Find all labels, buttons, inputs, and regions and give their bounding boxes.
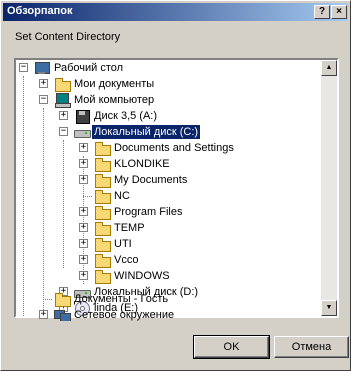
tree-item-label: TEMP: [114, 222, 145, 234]
expand-toggle[interactable]: +: [79, 239, 88, 248]
network-icon: [54, 308, 71, 321]
tree-item-desktop[interactable]: − Рабочий стол: [16, 60, 319, 76]
scroll-up-button[interactable]: ▲: [321, 60, 337, 76]
folder-icon: [94, 237, 111, 252]
tree-item-label: WINDOWS: [114, 270, 170, 282]
tree-item-label: UTI: [114, 238, 132, 250]
cancel-button[interactable]: Отмена: [274, 336, 349, 358]
expand-toggle[interactable]: +: [59, 111, 68, 120]
computer-icon: [54, 93, 71, 108]
tree-item-my-computer[interactable]: − Мой компьютер: [16, 92, 319, 108]
tree-item-windows[interactable]: + WINDOWS: [16, 268, 319, 284]
floppy-drive-icon: [74, 109, 90, 124]
scroll-down-button[interactable]: ▼: [321, 300, 337, 316]
tree-item-label: Documents and Settings: [114, 142, 234, 154]
expand-toggle[interactable]: +: [79, 143, 88, 152]
tree-item-klondike[interactable]: + KLONDIKE: [16, 156, 319, 172]
tree-item-label: Program Files: [114, 206, 183, 218]
tree-item-documents-and-settings[interactable]: + Documents and Settings: [16, 140, 319, 156]
tree-item-floppy-a[interactable]: + Диск 3,5 (A:): [16, 108, 319, 124]
title-bar[interactable]: Обзорпапок ? ×: [3, 3, 348, 21]
desktop-icon: [34, 61, 50, 75]
collapse-toggle[interactable]: −: [19, 63, 28, 72]
tree-item-label: Мои документы: [74, 78, 155, 90]
expand-toggle[interactable]: +: [39, 310, 48, 319]
tree-item-label: Рабочий стол: [54, 62, 124, 74]
tree-item-uti[interactable]: + UTI: [16, 236, 319, 252]
folder-icon: [94, 205, 111, 220]
tree-item-label: Vcco: [114, 254, 139, 266]
expand-toggle[interactable]: +: [79, 255, 88, 264]
collapse-toggle[interactable]: −: [59, 127, 68, 136]
ok-button[interactable]: OK: [193, 335, 270, 359]
folder-icon: [94, 221, 111, 236]
expand-toggle[interactable]: +: [79, 271, 88, 280]
folder-icon: [94, 173, 111, 188]
folder-icon: [94, 141, 111, 156]
help-button[interactable]: ?: [314, 5, 330, 19]
expand-toggle[interactable]: +: [79, 223, 88, 232]
tree-item-nc[interactable]: NC: [16, 188, 319, 204]
folder-icon: [54, 77, 71, 92]
tree-overflow: Документы - Гость + Сетевое окружение: [16, 291, 319, 321]
tree-item-vcco[interactable]: + Vcco: [16, 252, 319, 268]
expand-toggle[interactable]: +: [79, 175, 88, 184]
folder-icon: [94, 189, 111, 204]
instruction-text: Set Content Directory: [15, 31, 121, 43]
folder-tree-frame: − Рабочий стол + Мои документы − Мой ком…: [14, 58, 339, 318]
tree-item-network[interactable]: + Сетевое окружение: [16, 307, 319, 321]
tree-connector: [83, 196, 92, 197]
tree-item-temp[interactable]: + TEMP: [16, 220, 319, 236]
tree-item-guest-documents[interactable]: Документы - Гость: [16, 291, 319, 307]
folder-icon: [94, 253, 111, 268]
expand-toggle[interactable]: +: [79, 207, 88, 216]
tree-item-label: KLONDIKE: [114, 158, 170, 170]
tree-item-label: My Documents: [114, 174, 188, 186]
hard-drive-icon: [74, 125, 91, 139]
folder-icon: [94, 157, 111, 172]
tree-item-my-documents-folder[interactable]: + My Documents: [16, 172, 319, 188]
folder-icon: [54, 292, 71, 307]
collapse-toggle[interactable]: −: [39, 95, 48, 104]
expand-toggle[interactable]: +: [39, 79, 48, 88]
tree-item-my-documents[interactable]: + Мои документы: [16, 76, 319, 92]
folder-icon: [94, 269, 111, 284]
folder-tree[interactable]: − Рабочий стол + Мои документы − Мой ком…: [16, 60, 319, 316]
window-title: Обзорпапок: [7, 5, 73, 17]
vertical-scrollbar[interactable]: ▲ ▼: [321, 60, 337, 316]
tree-item-program-files[interactable]: + Program Files: [16, 204, 319, 220]
tree-connector: [43, 299, 52, 300]
tree-item-label: Локальный диск (C:): [90, 124, 202, 140]
tree-item-local-disk-c[interactable]: − Локальный диск (C:): [16, 124, 319, 140]
expand-toggle[interactable]: +: [79, 159, 88, 168]
tree-item-label: Диск 3,5 (A:): [94, 110, 158, 122]
tree-item-label: Мой компьютер: [74, 94, 155, 106]
tree-item-label: NC: [114, 190, 130, 202]
close-button[interactable]: ×: [331, 5, 347, 19]
tree-item-label: Сетевое окружение: [74, 309, 175, 321]
tree-item-label: Документы - Гость: [74, 293, 169, 305]
browse-folders-dialog: Обзорпапок ? × Set Content Directory − Р…: [0, 0, 351, 371]
